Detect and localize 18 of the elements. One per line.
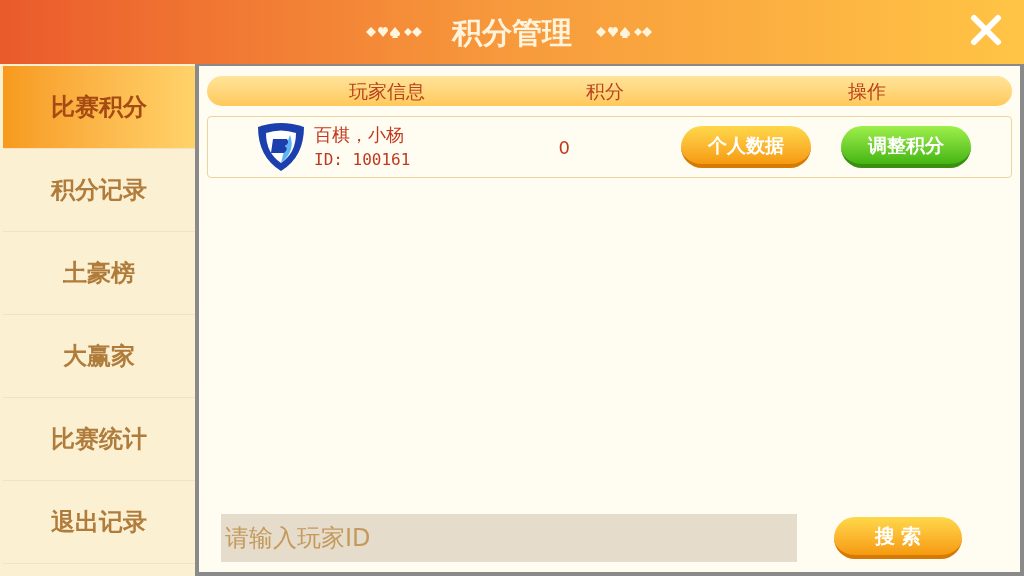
column-header: 积分	[585, 78, 625, 104]
sidebar-tab[interactable]: 比赛积分	[3, 66, 195, 149]
score-cell-text: 0	[557, 135, 572, 160]
search-button[interactable]: 搜 索	[834, 517, 962, 559]
action-button[interactable]: 个人数据	[681, 126, 812, 168]
window-title: 积分管理	[452, 13, 572, 52]
player-id: ID: 100161	[314, 149, 411, 171]
sidebar-tab[interactable]: 大赢家	[3, 315, 195, 398]
action-button[interactable]: 调整积分	[841, 126, 972, 168]
column-header: 玩家信息	[348, 78, 426, 104]
sidebar-tab[interactable]: 积分记录	[3, 149, 195, 232]
sidebar-tab[interactable]: 比赛统计	[3, 398, 195, 481]
player-id-field[interactable]: 请输入玩家ID	[221, 514, 797, 562]
close-icon	[969, 13, 1003, 47]
sidebar-tab[interactable]: 土豪榜	[3, 232, 195, 315]
sidebar-tab[interactable]: 退出记录	[3, 481, 195, 564]
column-header: 操作	[847, 78, 887, 104]
player-name: 百棋，小杨	[314, 123, 405, 147]
